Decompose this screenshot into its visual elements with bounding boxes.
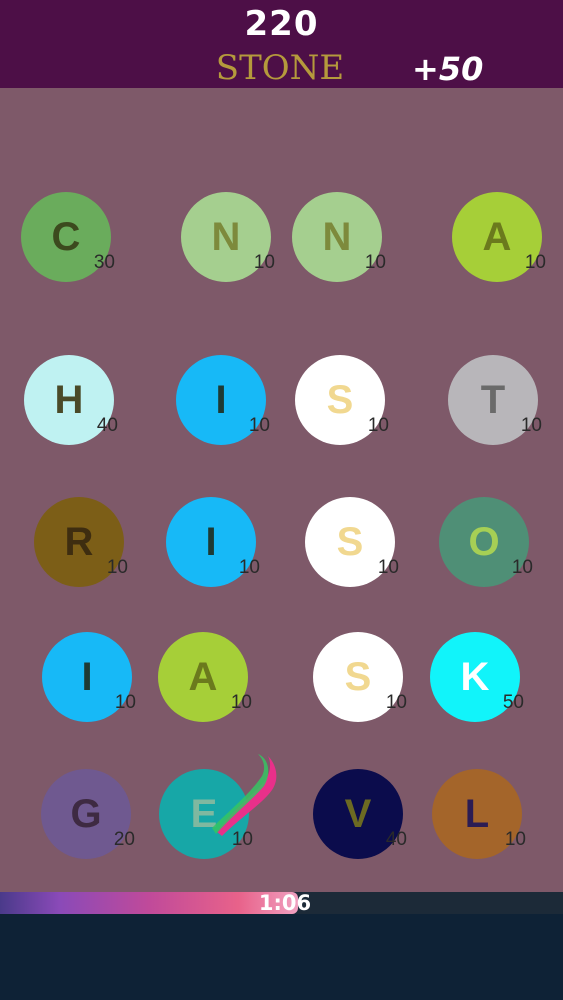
tile-points: 10	[520, 415, 542, 436]
tile-points: 50	[502, 692, 524, 713]
tile-points: 10	[230, 692, 252, 713]
timer-bar: 1:06	[0, 891, 563, 915]
tile-points: 30	[93, 252, 115, 273]
letter-tile[interactable]: O 10	[439, 497, 533, 587]
letter-tile[interactable]: E 10	[159, 769, 253, 859]
tile-points: 10	[253, 252, 275, 273]
letter-tile[interactable]: A 10	[158, 632, 252, 722]
tile-points: 10	[248, 415, 270, 436]
tile-points: 40	[96, 415, 118, 436]
top-bar: 220 STONE +50	[0, 0, 563, 88]
letter-tile[interactable]: H 40	[24, 355, 118, 445]
letter-tile[interactable]: R 10	[34, 497, 128, 587]
tile-points: 10	[114, 692, 136, 713]
letter-tile[interactable]: G 20	[41, 769, 135, 859]
timer-text: 1:06	[258, 891, 312, 915]
letter-tile[interactable]: N 10	[181, 192, 275, 282]
tile-points: 10	[364, 252, 386, 273]
letter-tile[interactable]: L 10	[432, 769, 526, 859]
tile-points: 10	[385, 692, 407, 713]
tile-points: 40	[385, 829, 407, 850]
bonus-points: +50	[412, 50, 484, 88]
tile-points: 10	[504, 829, 526, 850]
letter-tile[interactable]: S 10	[313, 632, 407, 722]
tile-points: 10	[524, 252, 546, 273]
letter-tile[interactable]: I 10	[42, 632, 136, 722]
letter-tile[interactable]: I 10	[166, 497, 260, 587]
letter-tile[interactable]: I 10	[176, 355, 270, 445]
letter-tile[interactable]: V 40	[313, 769, 407, 859]
score: 220	[244, 4, 319, 44]
letter-tile[interactable]: K 50	[430, 632, 524, 722]
current-word: STONE	[215, 48, 345, 88]
letter-tile[interactable]: C 30	[21, 192, 115, 282]
letter-tile[interactable]: S 10	[305, 497, 399, 587]
tile-points: 10	[511, 557, 533, 578]
letter-tile[interactable]: S 10	[295, 355, 389, 445]
tile-points: 20	[113, 829, 135, 850]
tile-points: 10	[106, 557, 128, 578]
tile-points: 10	[367, 415, 389, 436]
letter-tile[interactable]: N 10	[292, 192, 386, 282]
tile-points: 10	[238, 557, 260, 578]
letter-tile[interactable]: T 10	[448, 355, 542, 445]
tile-points: 10	[377, 557, 399, 578]
tile-points: 10	[231, 829, 253, 850]
game-board: C 30 N 10 N 10 A 10 H 40 I 10 S 10 T 10 …	[0, 88, 563, 892]
letter-tile[interactable]: A 10	[452, 192, 546, 282]
